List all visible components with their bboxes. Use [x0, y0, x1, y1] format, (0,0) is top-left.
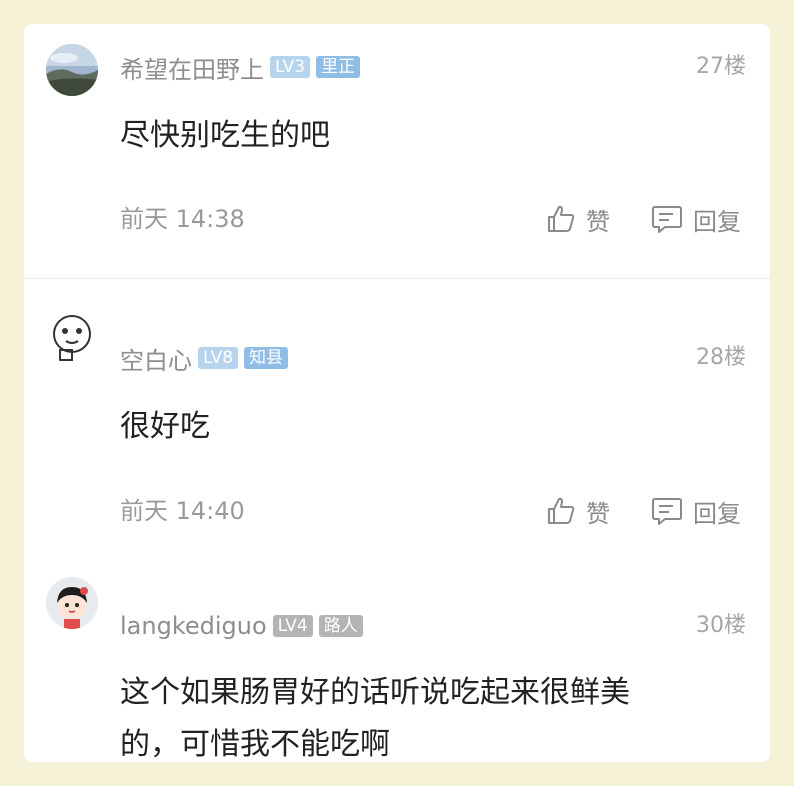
- comment-header: 希望在田野上 LV3 里正: [120, 50, 361, 85]
- comments-card: 希望在田野上 LV3 里正 27楼 尽快别吃生的吧 前天 14:38 赞 回复: [24, 24, 770, 762]
- username[interactable]: 希望在田野上: [120, 50, 264, 85]
- landscape-photo-icon: [46, 44, 98, 96]
- thumbs-up-icon: [548, 497, 575, 524]
- title-badge: 路人: [318, 615, 363, 637]
- timestamp: 前天 14:38: [120, 205, 245, 233]
- avatar[interactable]: [46, 577, 98, 629]
- floor-number: 28楼: [696, 345, 746, 370]
- comment-30: langkediguo LV4 路人 30楼 这个如果肠胃好的话听说吃起来很鲜美…: [24, 549, 770, 762]
- floor-number: 27楼: [696, 54, 746, 79]
- avatar[interactable]: [46, 312, 98, 364]
- cartoon-face-icon: [46, 312, 98, 364]
- comment-28: 空白心 LV8 知县 28楼 很好吃 前天 14:40 赞 回复: [24, 279, 770, 549]
- like-button[interactable]: 赞: [546, 202, 610, 236]
- reply-button[interactable]: 回复: [651, 494, 741, 528]
- like-button[interactable]: 赞: [546, 494, 610, 528]
- username[interactable]: langkediguo: [120, 612, 267, 640]
- reply-label: 回复: [693, 499, 741, 528]
- level-badge: LV3: [270, 56, 311, 78]
- comment-header: langkediguo LV4 路人: [120, 609, 363, 643]
- comment-text-line: 这个如果肠胃好的话听说吃起来很鲜美: [120, 675, 630, 710]
- comment-text: 很好吃: [120, 409, 210, 444]
- comment-text-line: 的，可惜我不能吃啊: [120, 727, 390, 762]
- like-label: 赞: [586, 499, 610, 528]
- comment-text: 这个如果肠胃好的话听说吃起来很鲜美 的，可惜我不能吃啊: [120, 667, 760, 762]
- level-badge: LV8: [198, 347, 239, 369]
- comment-header: 空白心 LV8 知县: [120, 341, 289, 376]
- level-badge: LV4: [272, 615, 313, 637]
- comment-bubble-icon: [652, 498, 682, 525]
- timestamp: 前天 14:40: [120, 497, 245, 525]
- title-badge: 里正: [316, 56, 361, 78]
- cartoon-girl-icon: [46, 577, 98, 629]
- reply-label: 回复: [693, 207, 741, 236]
- floor-number: 30楼: [696, 613, 746, 638]
- comment-bubble-icon: [652, 206, 682, 233]
- username[interactable]: 空白心: [120, 341, 192, 376]
- comment-27: 希望在田野上 LV3 里正 27楼 尽快别吃生的吧 前天 14:38 赞 回复: [24, 24, 770, 278]
- title-badge: 知县: [244, 347, 289, 369]
- comment-text: 尽快别吃生的吧: [120, 118, 330, 153]
- like-label: 赞: [586, 207, 610, 236]
- thumbs-up-icon: [548, 205, 575, 232]
- avatar[interactable]: [46, 44, 98, 96]
- reply-button[interactable]: 回复: [651, 202, 741, 236]
